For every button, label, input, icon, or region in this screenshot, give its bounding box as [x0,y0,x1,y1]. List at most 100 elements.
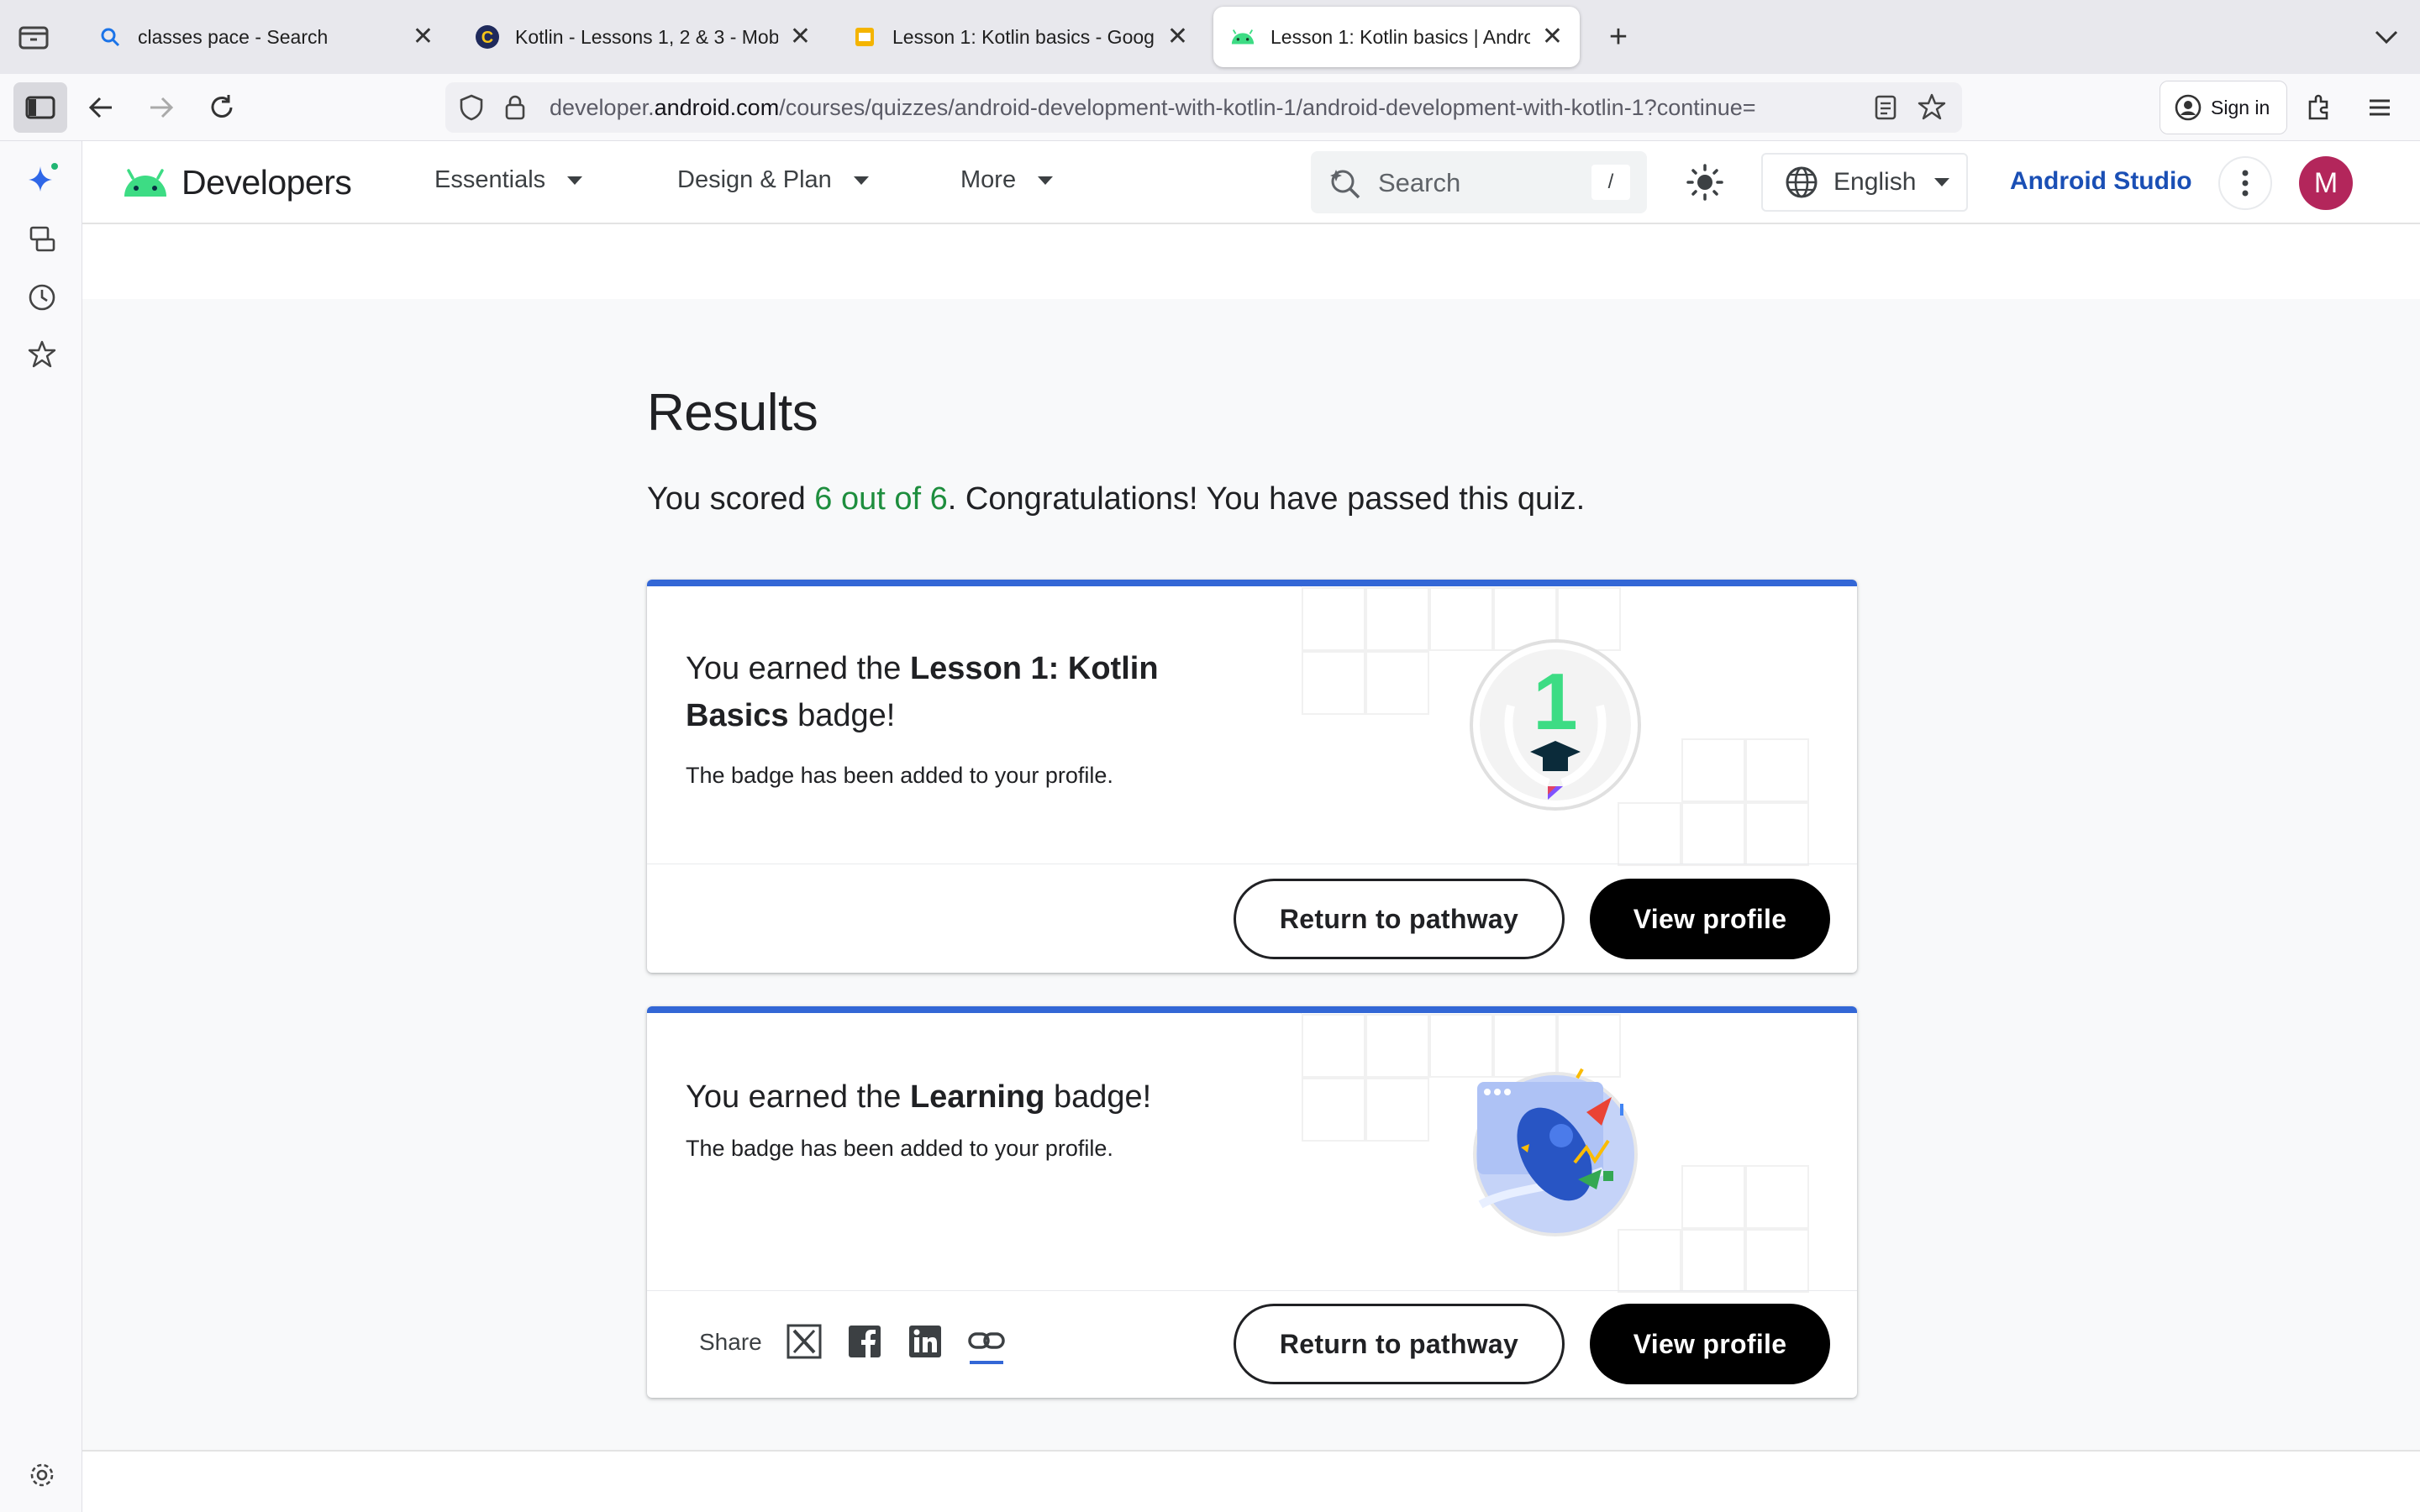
browser-sidebar [0,141,82,1512]
nav-design-plan[interactable]: Design & Plan [677,166,869,194]
score-suffix: . Congratulations! You have passed this … [947,481,1586,517]
search-placeholder: Search [1378,168,1461,197]
new-tab-icon[interactable]: + [1602,20,1635,54]
card-accent-bar [647,1006,1857,1013]
view-profile-button[interactable]: View profile [1590,1304,1830,1384]
reader-view-icon[interactable] [1874,94,1897,125]
badge-card-lesson: You earned the Lesson 1: Kotlin Basics b… [647,580,1857,973]
close-tab-icon[interactable]: ✕ [413,24,434,50]
tab-title: Lesson 1: Kotlin basics | Androi [1270,25,1530,48]
avatar-letter: M [2313,167,2338,199]
ai-sparkle-icon[interactable] [25,161,59,199]
settings-gear-icon[interactable] [27,1460,57,1494]
view-profile-button[interactable]: View profile [1590,879,1830,959]
chevron-down-icon [567,176,583,185]
nav-label: Essentials [434,166,546,193]
chevron-down-icon [853,176,869,185]
title-prefix: You earned the [686,651,910,686]
tab-list-chevron-icon[interactable] [2370,22,2403,52]
browser-toolbar: developer.android.com/courses/quizzes/an… [0,74,2420,141]
svg-text:C: C [481,29,493,47]
forward-arrow-icon[interactable] [141,87,182,128]
browser-tab[interactable]: Lesson 1: Kotlin basics - Google ✕ [835,7,1205,67]
slides-icon [852,24,877,50]
extensions-puzzle-icon[interactable] [2299,87,2339,128]
chevron-down-icon [1038,176,1054,185]
score-message: You scored 6 out of 6. Congratulations! … [647,481,1585,517]
footer-divider [82,1450,2420,1512]
search-shortcut-key: / [1591,165,1630,200]
nav-essentials[interactable]: Essentials [434,166,583,194]
return-to-pathway-button[interactable]: Return to pathway [1234,879,1565,959]
x-twitter-icon[interactable] [786,1324,822,1359]
bookmarks-star-icon[interactable] [27,339,57,374]
card-divider [647,1290,1857,1291]
address-bar[interactable]: developer.android.com/courses/quizzes/an… [445,82,1962,133]
tab-overview-icon[interactable] [17,20,50,54]
more-options-kebab-icon[interactable] [2218,156,2272,210]
url-text: developer.android.com/courses/quizzes/an… [550,95,1756,120]
synced-tabs-icon[interactable] [27,223,57,258]
tab-title: Kotlin - Lessons 1, 2 & 3 - Mobil [515,25,778,48]
decorative-grid [1301,1013,1809,1293]
kotlin-lesson-badge-icon: 1 [1469,638,1642,811]
share-label: Share [699,1329,762,1355]
android-icon [1230,24,1255,50]
tracking-shield-icon[interactable] [459,94,484,125]
search-sparkle-icon [1328,166,1361,204]
browser-tab[interactable]: C Kotlin - Lessons 1, 2 & 3 - Mobil ✕ [458,7,828,67]
android-logo-icon [124,168,166,197]
chevron-down-icon [1934,178,1950,186]
card-accent-bar [647,580,1857,586]
badge-title: You earned the Lesson 1: Kotlin Basics b… [686,645,1207,739]
lock-icon[interactable] [504,94,526,125]
language-label: English [1833,168,1917,196]
theme-toggle-sun-icon[interactable] [1686,163,1724,206]
badge-title: You earned the Learning badge! [686,1074,1358,1121]
sidebar-toggle-icon[interactable] [13,82,67,133]
browser-tab-active[interactable]: Lesson 1: Kotlin basics | Androi ✕ [1213,7,1580,67]
score-prefix: You scored [647,481,815,517]
title-suffix: badge! [788,698,896,733]
badge-description: The badge has been added to your profile… [686,1136,1113,1161]
copy-link-icon[interactable] [966,1322,1007,1366]
browser-tab-strip: classes pace - Search ✕ C Kotlin - Lesso… [0,0,2420,74]
tab-title: Lesson 1: Kotlin basics - Google [892,25,1155,48]
search-icon [97,24,123,50]
facebook-icon[interactable] [847,1324,882,1359]
menu-hamburger-icon[interactable] [2360,87,2400,128]
linkedin-icon[interactable] [908,1324,943,1359]
decorative-grid [1301,586,1809,866]
badge-number: 1 [1533,657,1577,747]
close-tab-icon[interactable]: ✕ [1542,24,1563,50]
badge-name: Learning [909,1079,1045,1115]
site-header: Developers Essentials Design & Plan More… [82,141,2420,224]
history-clock-icon[interactable] [27,282,57,317]
sign-in-label: Sign in [2211,96,2270,118]
badge-description: The badge has been added to your profile… [686,763,1113,788]
title-suffix: badge! [1044,1079,1152,1115]
nav-more[interactable]: More [960,166,1054,194]
web-page: Developers Essentials Design & Plan More… [82,141,2420,1512]
learning-badge-icon [1460,1053,1650,1238]
page-title: Results [647,384,818,442]
site-search-input[interactable]: Search / [1311,151,1647,213]
return-to-pathway-button[interactable]: Return to pathway [1234,1304,1565,1384]
avatar[interactable]: M [2299,156,2353,210]
close-tab-icon[interactable]: ✕ [1167,24,1188,50]
badge-card-learning: You earned the Learning badge! The badge… [647,1006,1857,1398]
title-prefix: You earned the [686,1079,910,1115]
nav-label: More [960,166,1017,193]
browser-tab[interactable]: classes pace - Search ✕ [81,7,450,67]
coursera-icon: C [475,24,500,50]
bookmark-star-icon[interactable] [1918,92,1946,125]
reload-icon[interactable] [202,87,242,128]
close-tab-icon[interactable]: ✕ [790,24,811,50]
language-selector[interactable]: English [1761,153,1968,212]
account-icon [2174,93,2202,122]
sign-in-button[interactable]: Sign in [2160,81,2287,134]
score-value: 6 out of 6 [814,481,948,517]
android-studio-link[interactable]: Android Studio [2010,167,2192,196]
back-arrow-icon[interactable] [81,87,121,128]
android-developers-logo[interactable]: Developers [123,163,352,202]
